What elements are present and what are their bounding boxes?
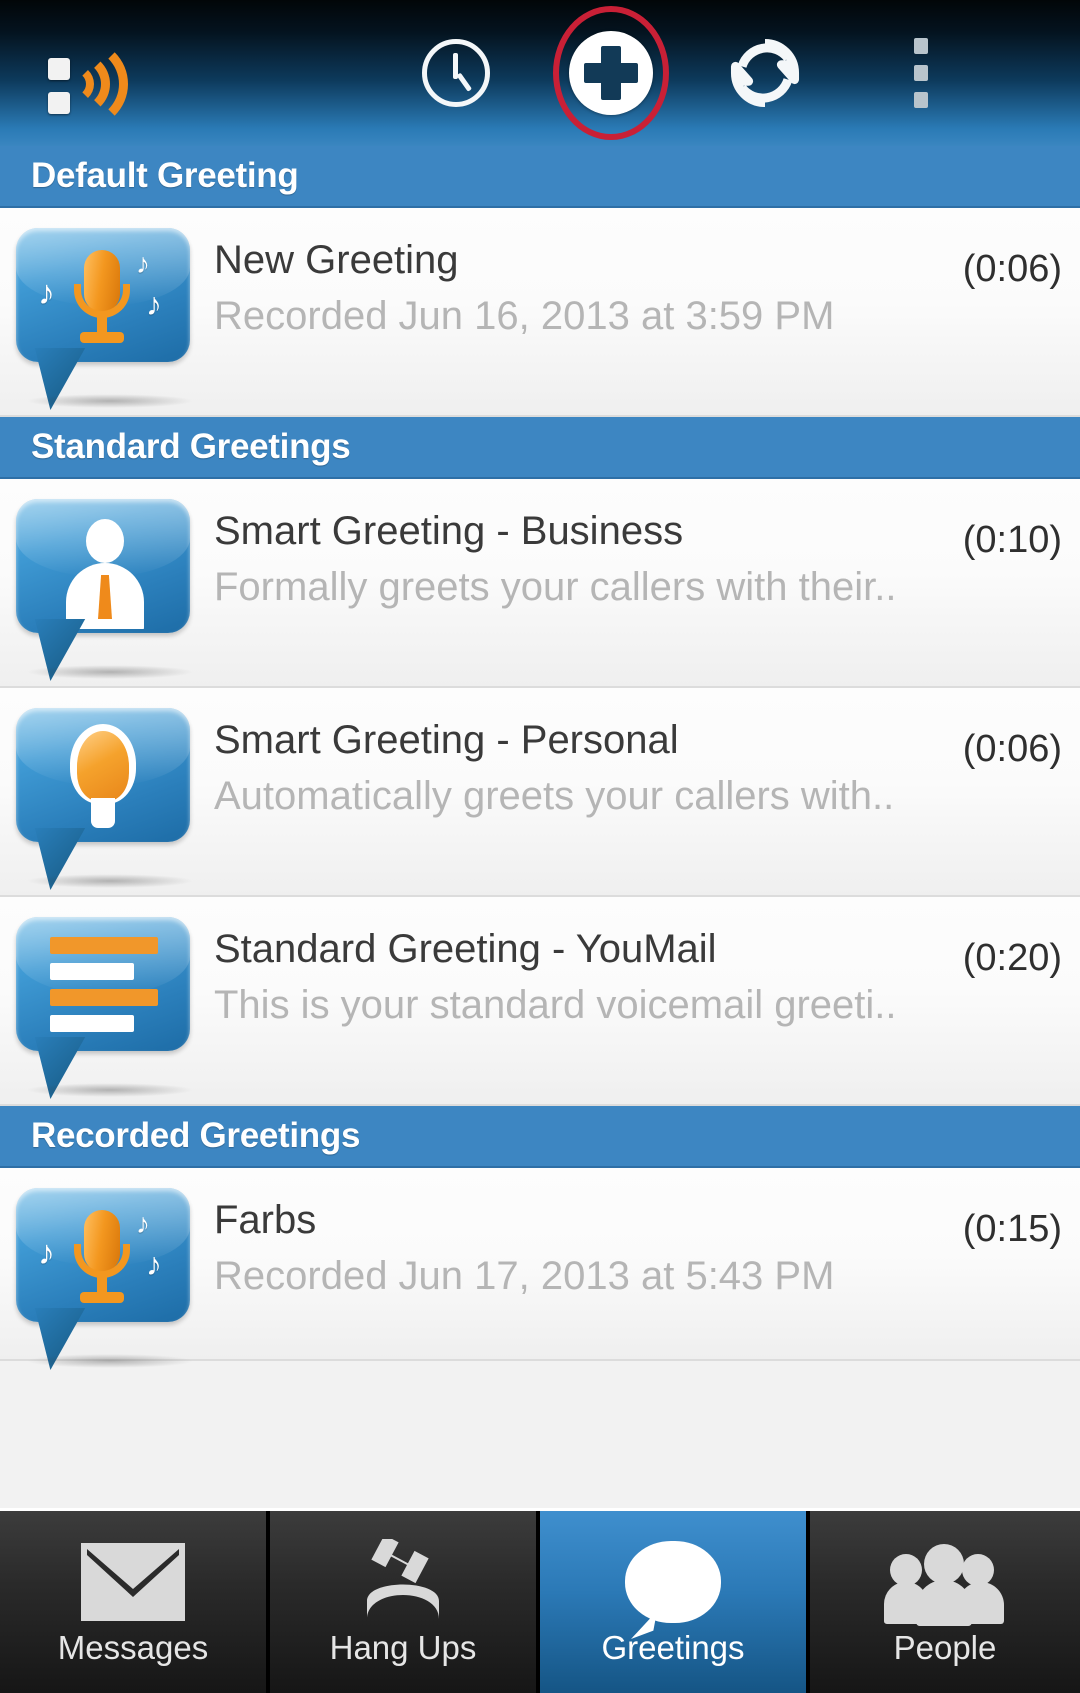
item-duration: (0:06) <box>962 248 1062 290</box>
list-item[interactable]: ♪ ♪ ♪ Farbs Recorded Jun 17, 2013 at 5:4… <box>0 1168 1080 1370</box>
tab-label: Messages <box>57 1629 209 1666</box>
section-header-standard-greetings: Standard Greetings <box>0 417 1080 479</box>
item-title: Standard Greeting - YouMail <box>214 927 717 971</box>
item-duration: (0:20) <box>962 937 1062 979</box>
list-item[interactable]: Smart Greeting - Business Formally greet… <box>0 479 1080 688</box>
microphone-bubble-icon: ♪ ♪ ♪ <box>16 228 202 410</box>
item-duration: (0:06) <box>962 728 1062 770</box>
clock-icon[interactable] <box>398 0 514 146</box>
refresh-icon[interactable] <box>705 0 825 146</box>
item-subtitle: This is your standard voicemail greeti.. <box>214 982 897 1027</box>
section-header-default-greeting: Default Greeting <box>0 146 1080 208</box>
tab-messages[interactable]: Messages <box>0 1511 270 1693</box>
tab-hang-ups[interactable]: Hang Ups <box>270 1511 540 1693</box>
section-title: Standard Greetings <box>31 427 351 466</box>
highlight-annotation-ring <box>553 6 669 140</box>
business-person-bubble-icon <box>16 499 202 681</box>
microphone-bubble-icon: ♪ ♪ ♪ <box>16 1188 202 1370</box>
tab-label: Hang Ups <box>329 1629 477 1666</box>
text-lines-bubble-icon <box>16 917 202 1099</box>
action-bar <box>0 0 1080 146</box>
plus-circle-icon[interactable] <box>551 0 671 146</box>
list-recorded-greetings: ♪ ♪ ♪ Farbs Recorded Jun 17, 2013 at 5:4… <box>0 1168 1080 1370</box>
list-default-greeting: ♪ ♪ ♪ New Greeting Recorded Jun 16, 2013… <box>0 208 1080 417</box>
item-title: Farbs <box>214 1198 317 1242</box>
tab-greetings[interactable]: Greetings <box>540 1511 810 1693</box>
item-subtitle: Recorded Jun 16, 2013 at 3:59 PM <box>214 293 835 338</box>
section-title: Recorded Greetings <box>31 1116 361 1155</box>
item-title: New Greeting <box>214 238 459 282</box>
item-duration: (0:15) <box>962 1208 1062 1250</box>
item-subtitle: Automatically greets your callers with.. <box>214 773 895 818</box>
item-title: Smart Greeting - Business <box>214 509 684 553</box>
speech-bubble-icon <box>625 1539 721 1625</box>
app-screen: Default Greeting ♪ ♪ ♪ New Greeting Reco… <box>0 0 1080 1693</box>
overflow-menu-icon[interactable] <box>872 0 970 146</box>
tab-people[interactable]: People <box>810 1511 1080 1693</box>
list-item[interactable]: Standard Greeting - YouMail This is your… <box>0 897 1080 1106</box>
hangup-phone-icon-svg <box>367 1539 439 1619</box>
people-group-icon <box>884 1539 1004 1626</box>
item-duration: (0:10) <box>962 519 1062 561</box>
item-subtitle: Recorded Jun 17, 2013 at 5:43 PM <box>214 1253 835 1298</box>
item-title: Smart Greeting - Personal <box>214 718 679 762</box>
tab-label: Greetings <box>601 1629 745 1666</box>
list-standard-greetings: Smart Greeting - Business Formally greet… <box>0 479 1080 1106</box>
lightbulb-bubble-icon <box>16 708 202 890</box>
hangup-phone-icon <box>351 1539 455 1625</box>
section-title: Default Greeting <box>31 156 299 195</box>
refresh-icon-svg <box>730 38 800 108</box>
list-item[interactable]: ♪ ♪ ♪ New Greeting Recorded Jun 16, 2013… <box>0 208 1080 417</box>
bottom-tab-bar: Messages Hang Ups Greetings People <box>0 1508 1080 1693</box>
envelope-icon <box>81 1539 185 1625</box>
tab-label: People <box>893 1629 997 1666</box>
item-subtitle: Formally greets your callers with their.… <box>214 564 897 609</box>
section-header-recorded-greetings: Recorded Greetings <box>0 1106 1080 1168</box>
list-item[interactable]: Smart Greeting - Personal Automatically … <box>0 688 1080 897</box>
